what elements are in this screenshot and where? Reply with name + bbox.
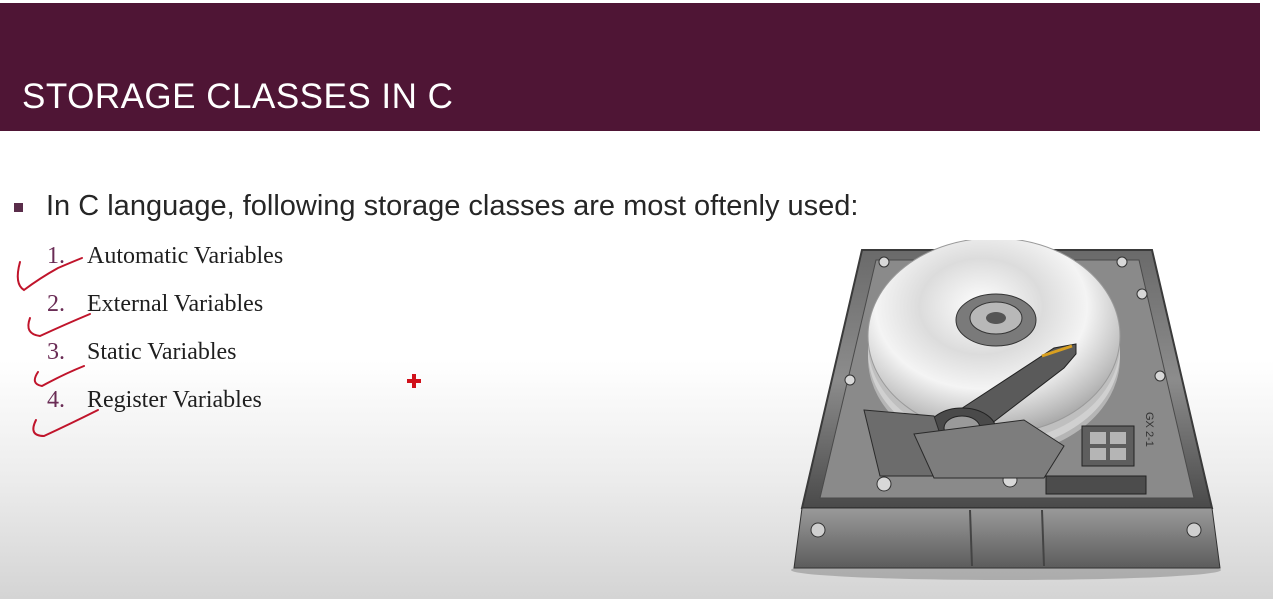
list-item-label: Automatic Variables	[87, 243, 284, 269]
list-item-number: 2.	[47, 291, 65, 317]
bullet-text: In C language, following storage classes…	[46, 190, 859, 222]
bullet-square-icon	[14, 203, 23, 212]
list-item: 2. External Variables	[47, 291, 263, 318]
list-item: 4. Register Variables	[47, 387, 262, 414]
checkmark-annotation	[33, 365, 85, 388]
list-item-label: Static Variables	[87, 339, 237, 365]
hdd-label: GX 2-1	[1143, 412, 1155, 447]
plus-cursor-icon	[407, 374, 421, 388]
list-item-number: 4.	[47, 387, 65, 413]
title-bar: STORAGE CLASSES IN C	[0, 3, 1260, 131]
slide-title: STORAGE CLASSES IN C	[22, 77, 454, 116]
list-item-label: Register Variables	[87, 387, 262, 413]
list-item-label: External Variables	[87, 291, 264, 317]
list-item-number: 1.	[47, 243, 65, 269]
hard-drive-icon: GX 2-1	[791, 240, 1221, 580]
list-item: 1. Automatic Variables	[47, 243, 283, 270]
list-item-number: 3.	[47, 339, 65, 365]
list-item: 3. Static Variables	[47, 339, 237, 366]
